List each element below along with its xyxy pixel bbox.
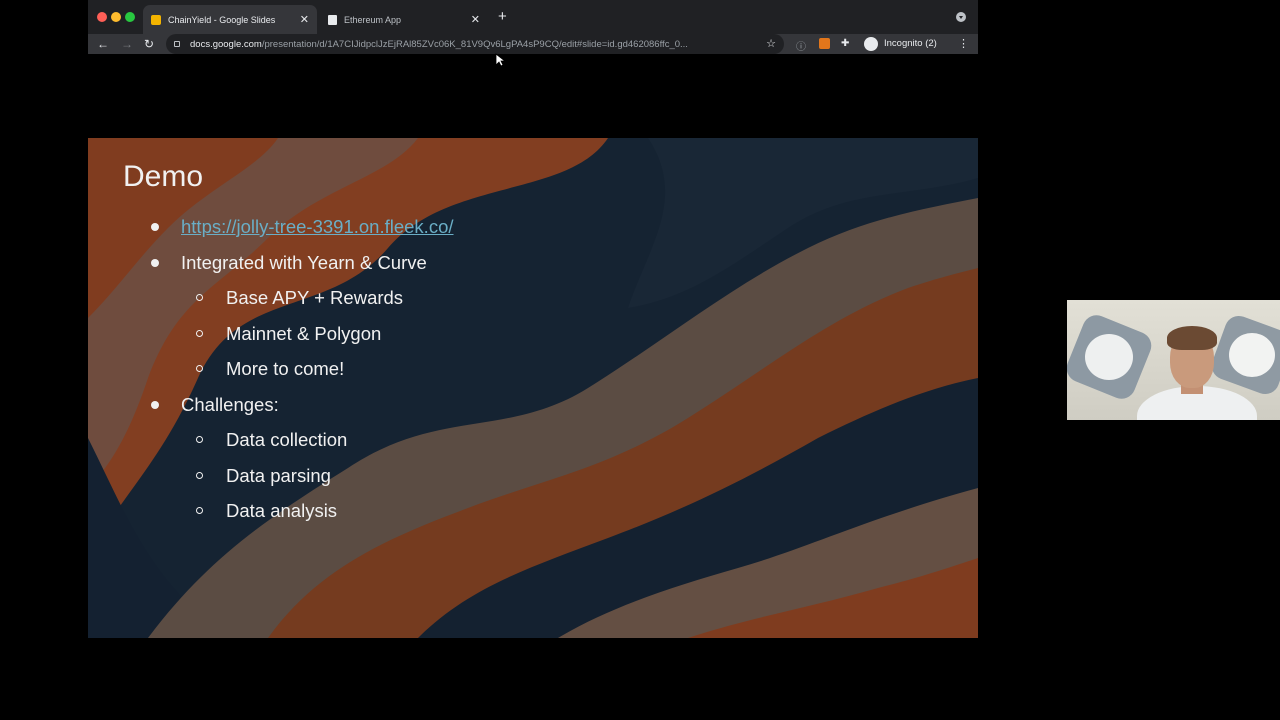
browser-window: ChainYield - Google Slides ✕ Ethereum Ap… xyxy=(88,0,978,720)
tab-ethereum-app[interactable]: Ethereum App ✕ xyxy=(320,5,488,34)
close-icon[interactable]: ✕ xyxy=(300,13,309,26)
slide-shade-overlay xyxy=(88,138,978,638)
forward-arrow-icon[interactable]: → xyxy=(121,35,133,53)
metamask-fox-icon[interactable] xyxy=(819,38,830,49)
bullet-circle-icon xyxy=(196,329,203,337)
lock-icon[interactable] xyxy=(174,41,180,47)
close-window-button[interactable] xyxy=(97,12,107,22)
tab-title: Ethereum App xyxy=(344,14,402,25)
tab-search-icon[interactable] xyxy=(956,12,966,22)
extension-icon[interactable]: ⓘ xyxy=(796,38,806,53)
bullet-circle-icon xyxy=(196,294,203,301)
bullet-disc-icon xyxy=(151,400,159,409)
bullet-text: Data parsing xyxy=(226,464,331,486)
tab-chainyield-slides[interactable]: ChainYield - Google Slides ✕ xyxy=(143,5,317,34)
address-bar[interactable]: docs.google.com/presentation/d/1A7CIJidp… xyxy=(166,34,784,54)
slide-link[interactable]: https://jolly-tree-3391.on.fleek.co/ xyxy=(151,216,454,238)
webcam-video xyxy=(1067,300,1280,420)
bullet-circle-icon xyxy=(196,365,203,372)
browser-toolbar: ← → ↻ docs.google.com/presentation/d/1A7… xyxy=(88,34,978,54)
bullet-text: Data collection xyxy=(226,429,348,450)
slide-sub-bullet: More to come! xyxy=(196,358,345,380)
bookmark-star-icon[interactable]: ☆ xyxy=(766,37,776,50)
presentation-slide: Demo https://jolly-tree-3391.on.fleek.co… xyxy=(88,138,978,638)
bullet-disc-icon xyxy=(151,223,159,231)
back-arrow-icon[interactable]: ← xyxy=(97,35,109,53)
new-tab-button[interactable]: + xyxy=(498,8,507,25)
reload-icon[interactable]: ↻ xyxy=(144,35,154,53)
bullet-text: Base APY + Rewards xyxy=(226,287,404,308)
mouse-cursor-icon xyxy=(495,53,505,67)
close-icon[interactable]: ✕ xyxy=(471,13,480,26)
bullet-text: Data analysis xyxy=(226,500,338,521)
menu-dots-icon[interactable]: ⋮ xyxy=(958,37,969,50)
url-text[interactable]: docs.google.com/presentation/d/1A7CIJidp… xyxy=(190,39,750,50)
bullet-text: More to come! xyxy=(226,358,345,379)
slide-title: Demo xyxy=(123,160,204,193)
slide-sub-bullet: Data collection xyxy=(196,429,348,451)
speaker-hair xyxy=(1167,326,1217,350)
slide-sub-bullet: Base APY + Rewards xyxy=(196,287,404,309)
tab-strip: ChainYield - Google Slides ✕ Ethereum Ap… xyxy=(88,0,978,34)
slide-bullet: Integrated with Yearn & Curve xyxy=(151,251,427,274)
bullet-text: Integrated with Yearn & Curve xyxy=(181,251,427,273)
slides-icon xyxy=(151,14,161,25)
maximize-window-button[interactable] xyxy=(125,12,135,22)
slide-sub-bullet: Data parsing xyxy=(196,464,331,487)
bullet-circle-icon xyxy=(196,471,203,479)
mirror-glass xyxy=(1229,333,1275,377)
link-text[interactable]: https://jolly-tree-3391.on.fleek.co/ xyxy=(181,216,454,237)
incognito-label[interactable]: Incognito (2) xyxy=(884,38,937,49)
bullet-text: Mainnet & Polygon xyxy=(226,322,382,344)
slide-sub-bullet: Data analysis xyxy=(196,500,338,522)
slide-sub-bullet: Mainnet & Polygon xyxy=(196,322,382,345)
document-icon xyxy=(328,14,337,25)
slide-bullet: Challenges: xyxy=(151,393,279,416)
incognito-icon[interactable] xyxy=(864,37,878,51)
bullet-circle-icon xyxy=(196,436,203,443)
minimize-window-button[interactable] xyxy=(111,12,121,22)
bullet-disc-icon xyxy=(151,258,159,267)
bullet-circle-icon xyxy=(196,507,203,514)
tab-title: ChainYield - Google Slides xyxy=(168,14,276,25)
extensions-puzzle-icon[interactable]: ✚ xyxy=(841,38,849,49)
mirror-glass xyxy=(1085,334,1133,380)
bullet-text: Challenges: xyxy=(181,393,279,415)
